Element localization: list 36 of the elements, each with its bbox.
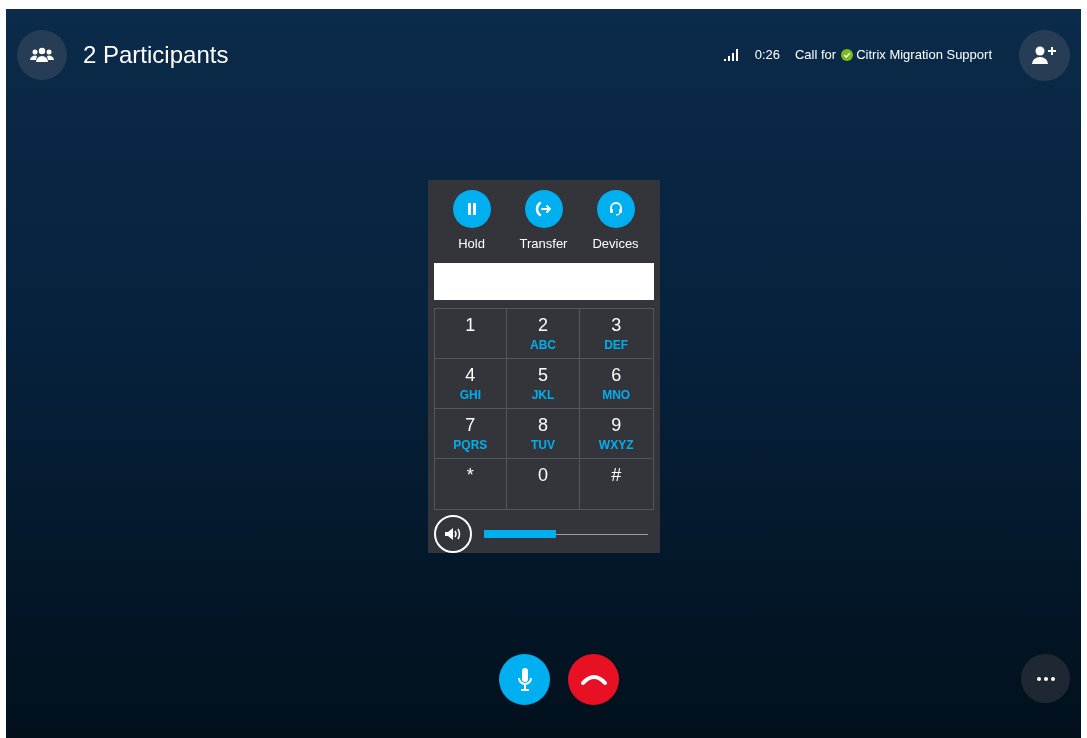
speaker-button[interactable]: [433, 515, 472, 553]
participants-title: 2 Participants: [83, 40, 229, 70]
add-person-icon: [1031, 46, 1058, 64]
headset-icon: [608, 201, 623, 217]
contact-name: Citrix Migration Support: [856, 46, 992, 65]
transfer-button[interactable]: Transfer: [513, 190, 574, 254]
phone-arrow-icon: [534, 201, 553, 217]
phone-hang-up-icon: [580, 673, 607, 686]
volume-slider[interactable]: [483, 530, 648, 538]
dial-key[interactable]: 5 JKL: [507, 359, 580, 409]
dial-key[interactable]: 0: [507, 459, 580, 509]
number-input-field[interactable]: [433, 262, 654, 300]
dial-key[interactable]: 3 DEF: [579, 309, 653, 359]
pause-icon: [465, 202, 478, 216]
dial-key[interactable]: 9 WXYZ: [579, 409, 653, 459]
call-timer: 0:26: [754, 46, 780, 65]
dial-key[interactable]: 4 GHI: [434, 359, 508, 409]
people-icon: [30, 47, 54, 63]
dial-key[interactable]: *: [434, 459, 508, 509]
more-icon: [1036, 676, 1055, 681]
devices-button[interactable]: Devices: [585, 190, 646, 254]
dial-key[interactable]: 2 ABC: [507, 309, 580, 359]
hold-button[interactable]: Hold: [441, 190, 502, 254]
speaker-icon: [443, 527, 462, 541]
dial-key[interactable]: 1: [434, 309, 508, 359]
call-for-label: Call for: [795, 46, 837, 65]
hang-up-button[interactable]: [568, 654, 619, 705]
participants-button[interactable]: [17, 30, 67, 80]
dial-key[interactable]: 7 PQRS: [434, 409, 508, 459]
microphone-button[interactable]: [499, 654, 550, 705]
add-participant-button[interactable]: [1019, 29, 1070, 81]
dial-key[interactable]: 8 TUV: [507, 409, 580, 459]
signal-icon: [723, 49, 740, 61]
microphone-icon: [516, 667, 533, 692]
dial-key[interactable]: #: [579, 459, 653, 509]
dial-key[interactable]: 6 MNO: [579, 359, 653, 409]
